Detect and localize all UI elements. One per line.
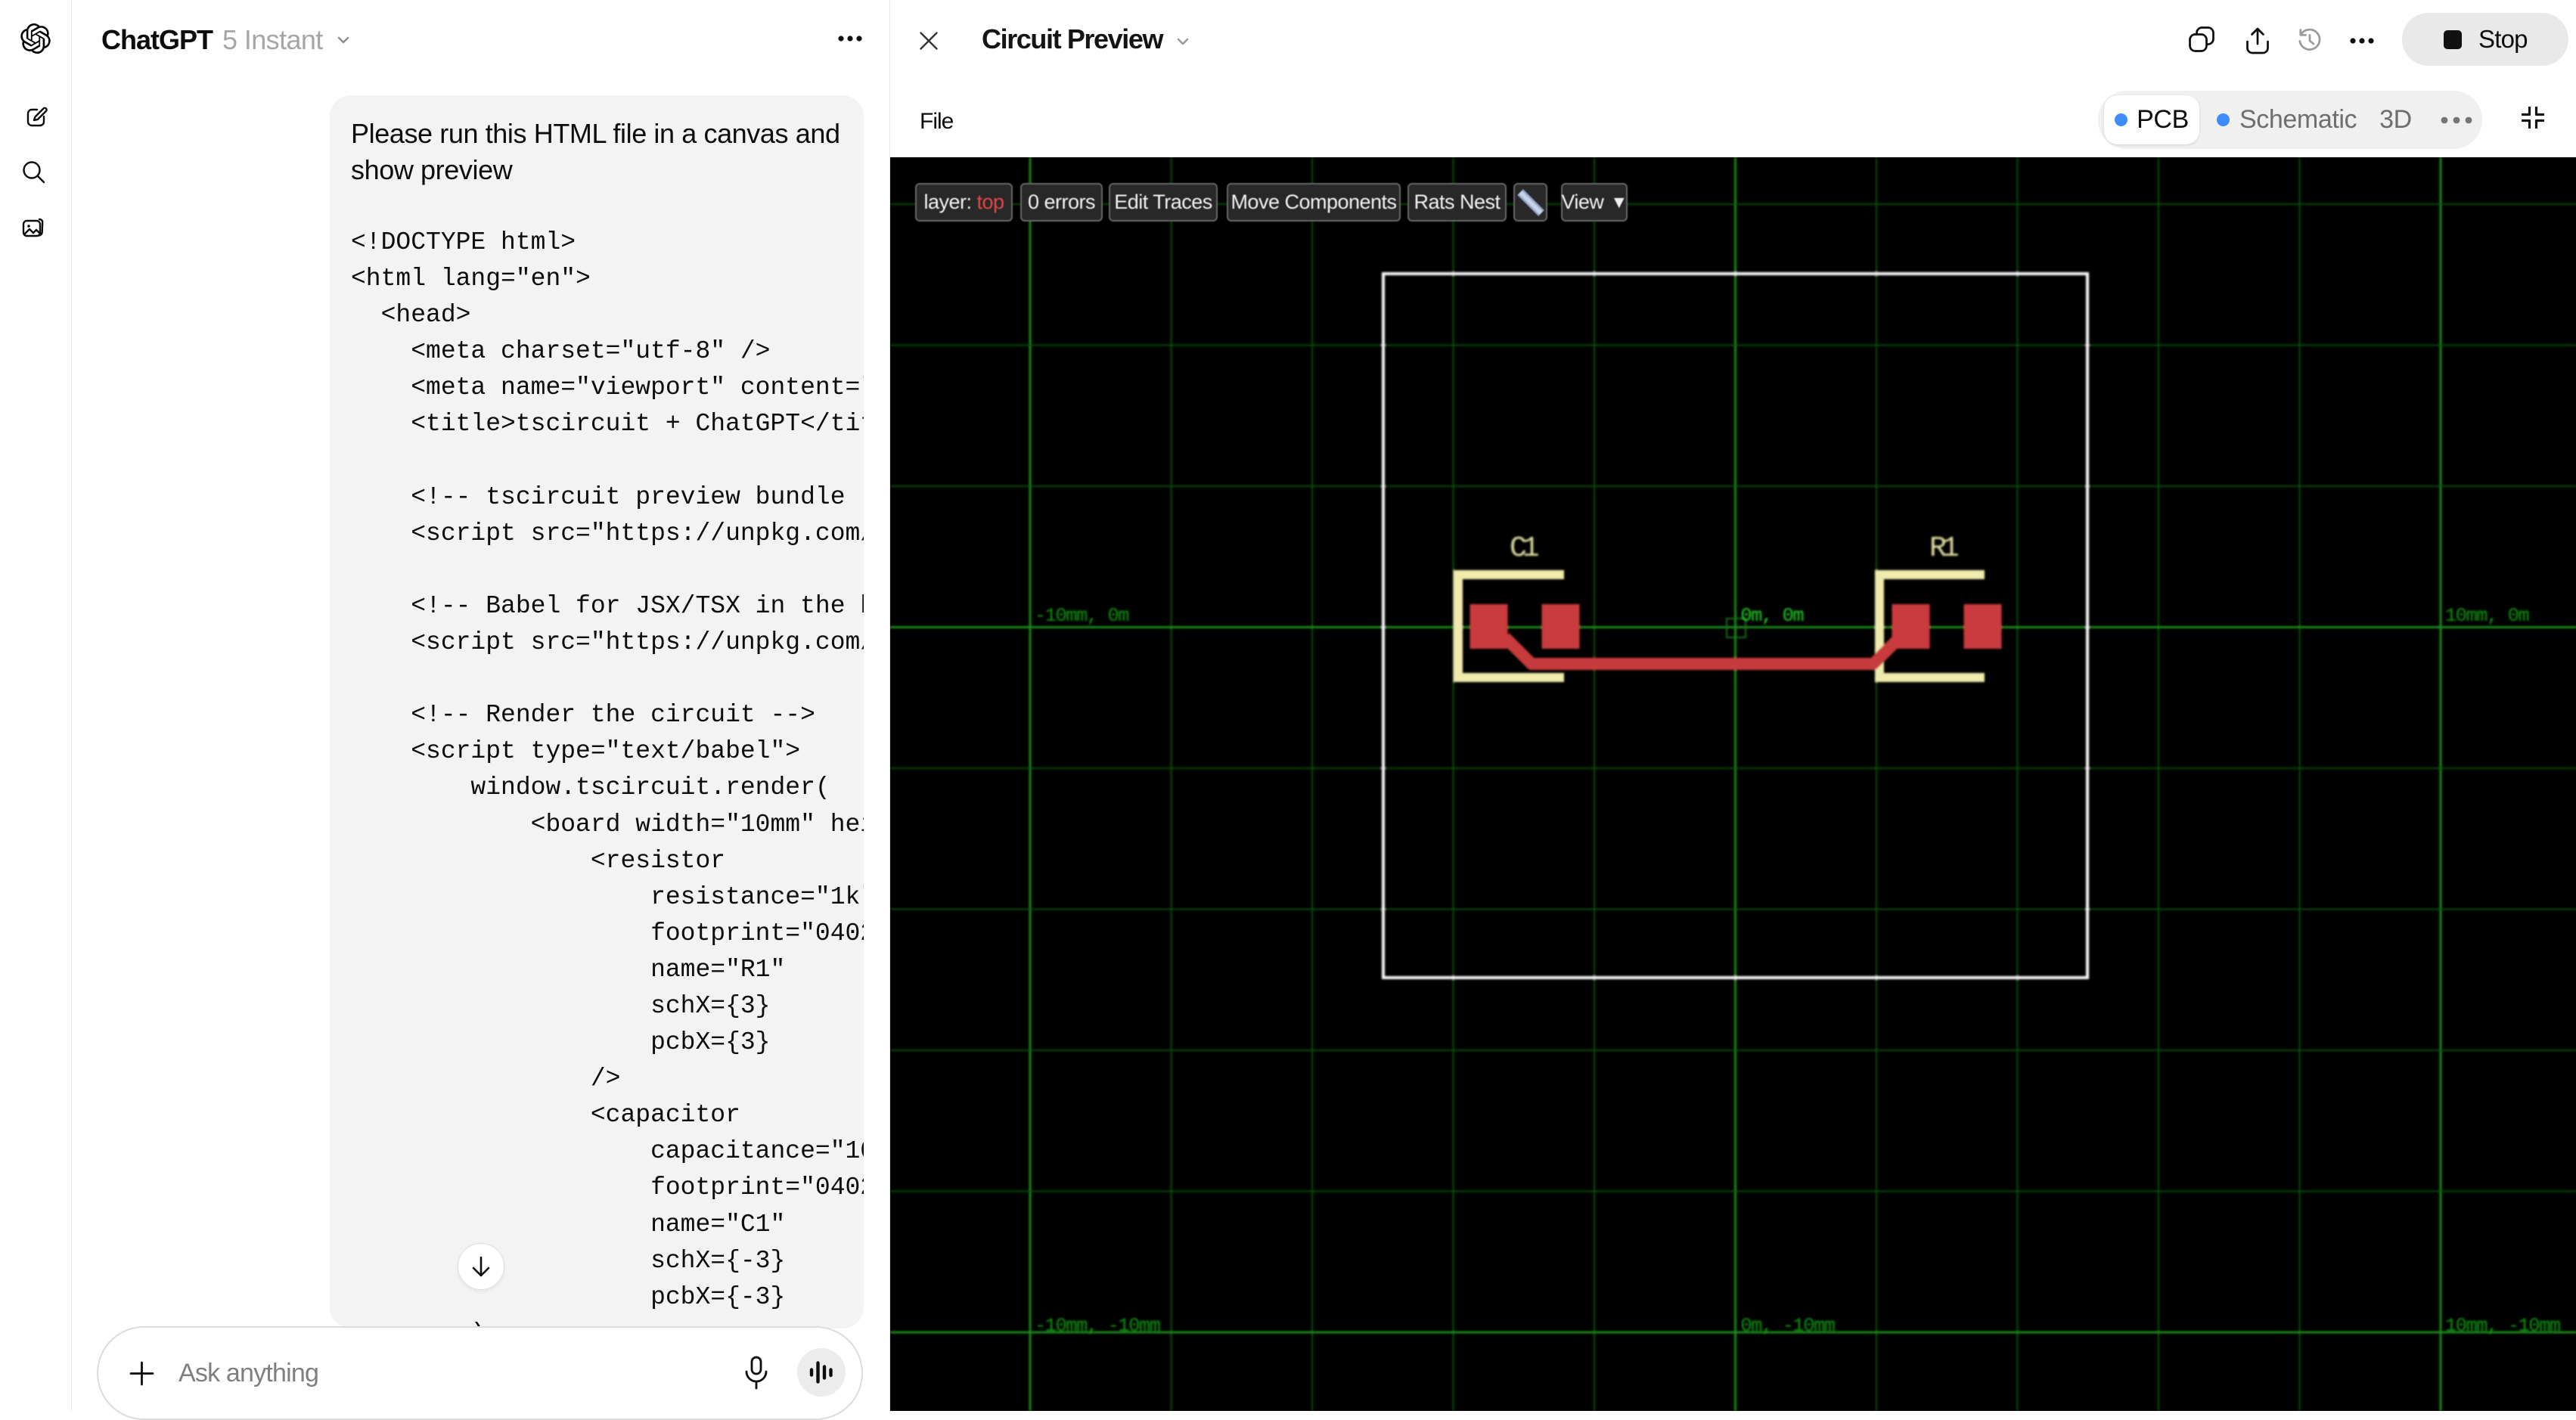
svg-text:R1: R1 [1929,532,1958,565]
svg-text:-10mm, 0m: -10mm, 0m [1035,605,1128,627]
svg-text:-10mm, -10mm: -10mm, -10mm [1035,1315,1160,1337]
svg-text:10mm, -10mm: 10mm, -10mm [2445,1315,2560,1337]
svg-text:10mm, 0m: 10mm, 0m [2445,605,2529,627]
svg-text:0m, -10mm: 0m, -10mm [1741,1315,1835,1337]
svg-text:0m, 0m: 0m, 0m [1741,605,1804,627]
svg-text:C1: C1 [1510,532,1538,565]
